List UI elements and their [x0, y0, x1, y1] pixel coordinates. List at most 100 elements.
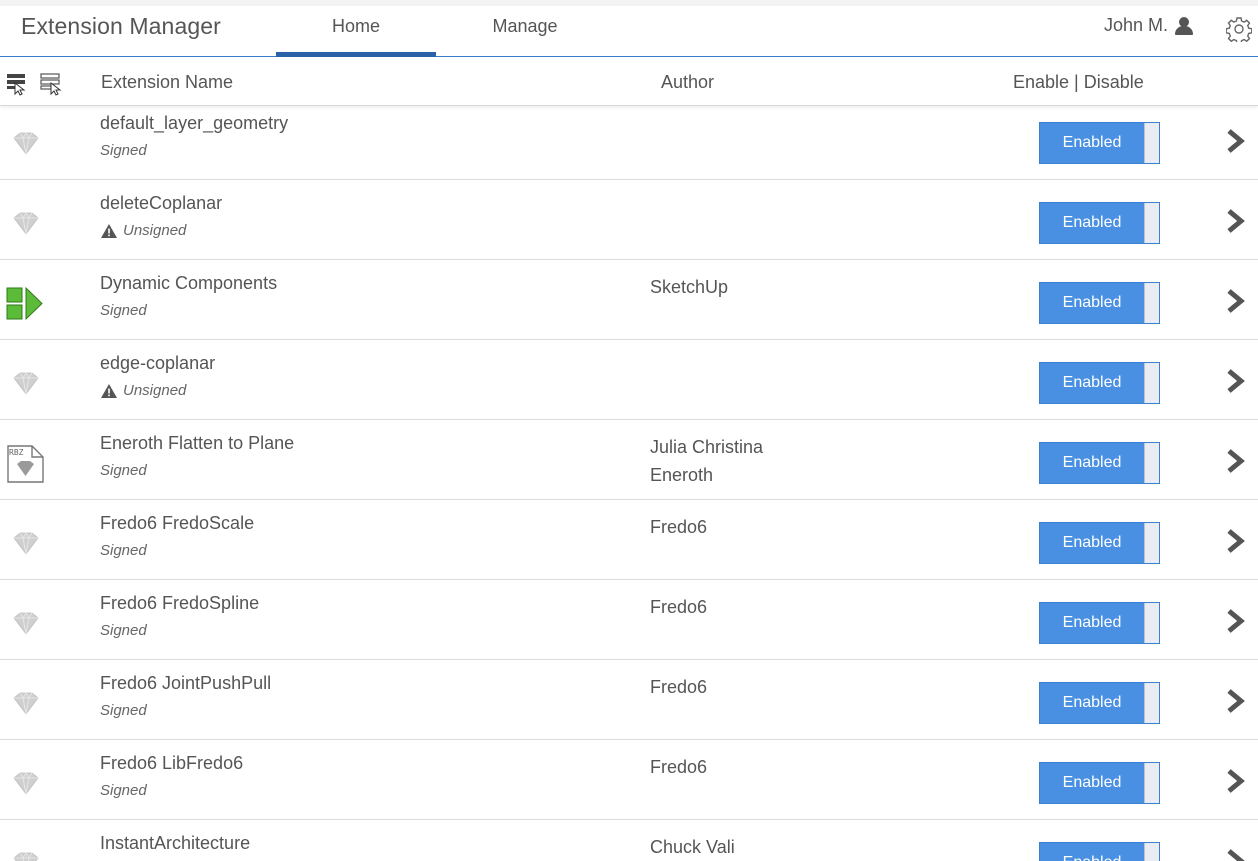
chevron-right-icon[interactable]	[1224, 768, 1246, 794]
signature-status-label: Unsigned	[123, 222, 187, 239]
chevron-right-icon[interactable]	[1224, 848, 1246, 861]
tab-manage[interactable]: Manage	[445, 6, 605, 57]
extension-row[interactable]: Fredo6 JointPushPull Signed Fredo6 Enabled	[0, 660, 1258, 740]
enable-toggle[interactable]: Enabled	[1039, 362, 1160, 404]
enable-toggle[interactable]: Enabled	[1039, 762, 1160, 804]
toggle-label: Enabled	[1062, 294, 1122, 311]
enable-toggle[interactable]: Enabled	[1039, 602, 1160, 644]
extension-row[interactable]: Fredo6 LibFredo6 Signed Fredo6 Enabled	[0, 740, 1258, 820]
enable-toggle[interactable]: Enabled	[1039, 842, 1160, 861]
chevron-right-icon[interactable]	[1224, 128, 1246, 154]
signature-status: Signed	[100, 622, 147, 639]
extension-author: Fredo6	[650, 513, 850, 541]
extension-name: Dynamic Components	[100, 273, 278, 293]
toggle-label: Enabled	[1062, 614, 1122, 631]
enable-toggle[interactable]: Enabled	[1039, 122, 1160, 164]
extension-name: Fredo6 FredoScale	[100, 513, 255, 533]
signature-status-label: Signed	[100, 142, 147, 159]
signature-status-label: Signed	[100, 462, 147, 479]
author-line: Julia Christina	[650, 437, 764, 457]
extension-row[interactable]: RBZ Eneroth Flatten to Plane Signed Julia C…	[0, 420, 1258, 500]
extension-name: default_layer_geometry	[100, 113, 289, 133]
extension-author: Chuck Vali	[650, 833, 850, 861]
extension-list: default_layer_geometry Signed Enabled delet…	[0, 100, 1258, 861]
diamond-icon	[6, 364, 46, 404]
enable-toggle[interactable]: Enabled	[1039, 442, 1160, 484]
author-line-2: Eneroth	[650, 465, 714, 485]
rbz-file-icon: RBZ	[6, 444, 46, 484]
user-menu[interactable]: John M.	[1104, 15, 1194, 36]
chevron-right-icon[interactable]	[1224, 448, 1246, 474]
signature-status: Unsigned	[100, 222, 186, 239]
column-extension-name[interactable]: Extension Name	[101, 72, 233, 93]
toggle-label: Enabled	[1062, 214, 1122, 231]
chevron-right-icon[interactable]	[1224, 208, 1246, 234]
signature-status: Signed	[100, 142, 147, 159]
toggle-label: Enabled	[1062, 774, 1122, 791]
extension-row[interactable]: default_layer_geometry Signed Enabled	[0, 100, 1258, 180]
column-author[interactable]: Author	[661, 72, 714, 93]
extension-row[interactable]: edge-coplanar Unsigned Enabled	[0, 340, 1258, 420]
gear-icon[interactable]	[1226, 16, 1252, 42]
signature-status-label: Signed	[100, 702, 147, 719]
signature-status: Signed	[100, 302, 147, 319]
author-line: Chuck Vali	[650, 837, 735, 857]
author-line: Fredo6	[650, 517, 708, 537]
author-line: Fredo6	[650, 597, 708, 617]
signature-status: Signed	[100, 702, 147, 719]
signature-status: Unsigned	[100, 382, 186, 399]
enable-toggle[interactable]: Enabled	[1039, 282, 1160, 324]
extension-author: Fredo6	[650, 673, 850, 701]
diamond-icon	[6, 204, 46, 244]
chevron-right-icon[interactable]	[1224, 528, 1246, 554]
enable-toggle[interactable]: Enabled	[1039, 202, 1160, 244]
signature-status: Signed	[100, 542, 147, 559]
extension-name: Fredo6 LibFredo6	[100, 753, 244, 773]
extension-row[interactable]: Fredo6 FredoScale Signed Fredo6 Enabled	[0, 500, 1258, 580]
dynamic-components-icon	[6, 284, 46, 324]
signature-status: Signed	[100, 782, 147, 799]
toggle-label: Enabled	[1062, 534, 1122, 551]
extension-author: Fredo6	[650, 753, 850, 781]
author-line: Fredo6	[650, 677, 708, 697]
diamond-icon	[6, 684, 46, 724]
extension-row[interactable]: InstantArchitectureSignedChuck ValiEnabl…	[0, 820, 1258, 861]
extension-row[interactable]: Fredo6 FredoSpline Signed Fredo6 Enabled	[0, 580, 1258, 660]
toggle-knob	[1144, 443, 1159, 483]
extension-row[interactable]: deleteCoplanar Unsigned Enabled	[0, 180, 1258, 260]
tab-home[interactable]: Home	[276, 6, 436, 57]
toggle-knob	[1144, 203, 1159, 243]
toggle-knob	[1144, 763, 1159, 803]
extension-name: edge-coplanar	[100, 353, 216, 373]
signature-status-label: Unsigned	[123, 382, 187, 399]
enable-toggle[interactable]: Enabled	[1039, 522, 1160, 564]
toggle-knob	[1144, 843, 1159, 861]
extension-name: Fredo6 JointPushPull	[100, 673, 272, 693]
extension-name: Fredo6 FredoSpline	[100, 593, 260, 613]
toggle-knob	[1144, 283, 1159, 323]
chevron-right-icon[interactable]	[1224, 368, 1246, 394]
diamond-icon	[6, 524, 46, 564]
enable-toggle[interactable]: Enabled	[1039, 682, 1160, 724]
extension-row[interactable]: Dynamic Components Signed SketchUp Enabled	[0, 260, 1258, 340]
extension-name: Eneroth Flatten to Plane	[100, 433, 295, 453]
author-line: Fredo6	[650, 757, 708, 777]
extension-author: Fredo6	[650, 593, 850, 621]
chevron-right-icon[interactable]	[1224, 288, 1246, 314]
user-icon	[1174, 16, 1194, 35]
warning-icon	[100, 383, 118, 399]
signature-status-label: Signed	[100, 542, 147, 559]
column-header-bar: Extension Name Author Enable | Disable	[0, 58, 1258, 106]
toggle-knob	[1144, 603, 1159, 643]
collapse-all-icon[interactable]	[4, 70, 30, 96]
extension-author: Julia Christina Eneroth	[650, 433, 850, 489]
header-bar: Extension Manager Home Manage John M.	[0, 6, 1258, 57]
signature-status: Signed	[100, 462, 147, 479]
signature-status-label: Signed	[100, 302, 147, 319]
toggle-label: Enabled	[1062, 694, 1122, 711]
warning-icon	[100, 223, 118, 239]
expand-all-icon[interactable]	[38, 70, 64, 96]
toggle-label: Enabled	[1062, 454, 1122, 471]
chevron-right-icon[interactable]	[1224, 608, 1246, 634]
chevron-right-icon[interactable]	[1224, 688, 1246, 714]
